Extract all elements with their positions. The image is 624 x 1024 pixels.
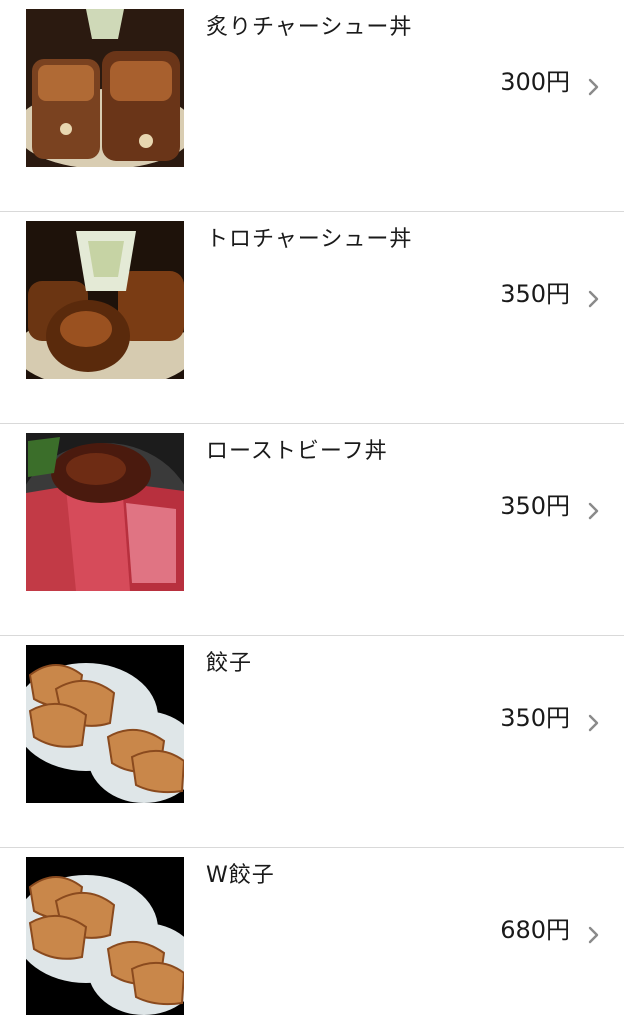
food-photo xyxy=(26,9,184,167)
chevron-right-icon xyxy=(588,926,600,944)
item-name: W餃子 xyxy=(206,863,275,888)
item-price: 300円 xyxy=(500,68,570,96)
chevron-right-icon xyxy=(588,78,600,96)
menu-item-toro-chashu-don[interactable]: トロチャーシュー丼 350円 xyxy=(0,212,624,424)
food-photo xyxy=(26,221,184,379)
menu-item-aburi-chashu-don[interactable]: 炙りチャーシュー丼 300円 xyxy=(0,0,624,212)
item-name: ローストビーフ丼 xyxy=(206,439,388,464)
item-price: 350円 xyxy=(500,492,570,520)
item-price: 350円 xyxy=(500,704,570,732)
menu-list: 炙りチャーシュー丼 300円 トロチャーシュー丼 350円 ローストビーフ丼 3… xyxy=(0,0,624,1024)
item-name: 炙りチャーシュー丼 xyxy=(206,15,413,40)
chevron-right-icon xyxy=(588,502,600,520)
chevron-right-icon xyxy=(588,714,600,732)
item-name: トロチャーシュー丼 xyxy=(206,227,413,252)
food-photo xyxy=(26,857,184,1015)
item-price: 680円 xyxy=(500,916,570,944)
food-photo xyxy=(26,433,184,591)
item-name: 餃子 xyxy=(206,651,253,676)
menu-item-double-gyoza[interactable]: W餃子 680円 xyxy=(0,848,624,1024)
item-price: 350円 xyxy=(500,280,570,308)
menu-item-gyoza[interactable]: 餃子 350円 xyxy=(0,636,624,848)
chevron-right-icon xyxy=(588,290,600,308)
food-photo xyxy=(26,645,184,803)
menu-item-roast-beef-don[interactable]: ローストビーフ丼 350円 xyxy=(0,424,624,636)
